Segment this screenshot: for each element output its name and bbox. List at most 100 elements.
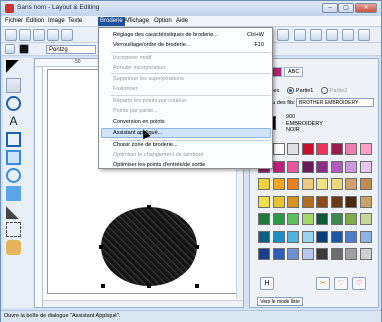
color-swatch[interactable] — [345, 213, 357, 225]
select-arrow-icon[interactable] — [6, 60, 21, 75]
color-swatch[interactable] — [330, 248, 343, 260]
color-swatch[interactable] — [359, 178, 372, 190]
color-swatch[interactable] — [287, 178, 299, 190]
stitch-type-button[interactable]: H — [260, 277, 274, 290]
thread-table-select[interactable]: BROTHER EMBROIDERY — [296, 98, 374, 107]
stop-icon[interactable] — [19, 44, 29, 54]
text-tool-icon[interactable]: A — [6, 114, 21, 129]
color-swatch[interactable] — [316, 160, 328, 173]
tab-text[interactable]: ABC — [284, 67, 304, 77]
color-swatch[interactable] — [287, 230, 299, 243]
minimize-button[interactable]: ‒ — [322, 3, 338, 13]
color-swatch[interactable] — [272, 248, 285, 260]
list-mode-button[interactable]: Vers le mode liste — [257, 297, 303, 306]
color-swatch[interactable] — [258, 248, 270, 260]
heart-button-2[interactable]: ♡ — [352, 277, 366, 290]
color-swatch[interactable] — [287, 143, 299, 155]
maximize-button[interactable]: ▢ — [338, 3, 354, 13]
color-swatch[interactable] — [301, 160, 314, 173]
color-swatch[interactable] — [345, 195, 357, 208]
color-swatch[interactable] — [301, 195, 314, 208]
zoom-icon[interactable] — [6, 96, 21, 111]
menu-image[interactable]: Image — [48, 18, 65, 24]
color-swatch[interactable] — [258, 195, 270, 208]
shape-tool-icon[interactable] — [6, 132, 21, 147]
color-swatch[interactable] — [359, 143, 372, 155]
menu-option[interactable]: Option — [154, 18, 172, 24]
color-swatch[interactable] — [287, 195, 299, 208]
save-icon[interactable] — [47, 29, 59, 41]
ellipse-tool-icon[interactable] — [6, 168, 21, 183]
cut-button[interactable]: ✂ — [316, 277, 330, 290]
color-swatch[interactable] — [345, 248, 357, 260]
thread-icon[interactable] — [326, 29, 338, 41]
new-file-icon[interactable] — [5, 29, 17, 41]
stitch-tool-icon[interactable] — [6, 222, 21, 237]
radio-partie2[interactable]: Partie2 — [321, 87, 347, 94]
color-swatch[interactable] — [287, 160, 299, 173]
person-tool-icon[interactable] — [6, 240, 21, 255]
point-edit-icon[interactable] — [6, 78, 21, 93]
color-swatch[interactable] — [301, 230, 314, 243]
menu-item-8[interactable]: Conversion en points — [113, 119, 165, 125]
menu-affichage[interactable]: Affichage — [124, 18, 149, 24]
selection-handle[interactable] — [101, 284, 105, 288]
layout-icon[interactable] — [294, 29, 306, 41]
menu-item-9[interactable]: Assistant appliqué... — [113, 130, 162, 136]
color-swatch[interactable] — [330, 178, 343, 190]
color-swatch[interactable] — [330, 160, 343, 173]
selection-handle[interactable] — [147, 205, 151, 209]
heart-button-1[interactable]: ♡ — [334, 277, 348, 290]
color-swatch[interactable] — [301, 213, 314, 225]
rect-tool-icon[interactable] — [6, 150, 21, 165]
color-swatch[interactable] — [258, 178, 270, 190]
color-swatch[interactable] — [272, 160, 285, 173]
transfer-icon[interactable] — [358, 29, 370, 41]
horizontal-scrollbar[interactable] — [43, 300, 243, 307]
color-swatch[interactable] — [316, 230, 328, 243]
print-icon[interactable] — [61, 29, 73, 41]
color-swatch[interactable] — [258, 230, 270, 243]
color-swatch[interactable] — [301, 178, 314, 190]
color-swatch[interactable] — [287, 213, 299, 225]
color-swatch[interactable] — [359, 230, 372, 243]
font-name-field[interactable]: Pontzg — [46, 45, 96, 54]
radio-partie1[interactable]: Partie1 — [287, 87, 313, 94]
color-swatch[interactable] — [272, 178, 285, 190]
selection-handle[interactable] — [195, 284, 199, 288]
selection-handle[interactable] — [99, 245, 103, 249]
menu-item-1[interactable]: Verrouillage/ordre de broderie... — [113, 42, 190, 48]
color-swatch[interactable] — [272, 230, 285, 243]
brush-tool-icon[interactable] — [6, 204, 21, 219]
image-icon[interactable] — [310, 29, 322, 41]
color-swatch[interactable] — [330, 143, 343, 155]
color-swatch[interactable] — [272, 213, 285, 225]
color-swatch[interactable] — [359, 248, 372, 260]
color-swatch[interactable] — [330, 195, 343, 208]
menu-aide[interactable]: Aide — [176, 18, 188, 24]
color-swatch[interactable] — [272, 143, 285, 155]
color-swatch[interactable] — [345, 160, 357, 173]
color-swatch[interactable] — [345, 143, 357, 155]
menu-edition[interactable]: Edition — [26, 18, 44, 24]
open-file-icon[interactable] — [19, 29, 31, 41]
color-swatch[interactable] — [301, 248, 314, 260]
menu-item-0[interactable]: Réglage des caractéristiques de broderie… — [113, 32, 218, 38]
color-swatch[interactable] — [330, 213, 343, 225]
design-icon[interactable] — [342, 29, 354, 41]
color-swatch[interactable] — [272, 195, 285, 208]
color-swatch[interactable] — [359, 160, 372, 173]
color-swatch[interactable] — [316, 248, 328, 260]
menu-texte[interactable]: Texte — [68, 18, 82, 24]
abc-text-icon[interactable] — [277, 29, 289, 41]
color-swatch[interactable] — [301, 143, 314, 155]
menu-item-12[interactable]: Optimiser les points d'entrée/de sortie — [113, 162, 205, 168]
color-swatch[interactable] — [316, 178, 328, 190]
embroidery-oval-shape[interactable] — [101, 207, 197, 286]
direction-icon[interactable] — [5, 44, 15, 54]
color-swatch[interactable] — [345, 178, 357, 190]
menu-item-10[interactable]: Choisir zone de broderie... — [113, 142, 178, 148]
close-button[interactable]: ✕ — [355, 3, 377, 13]
color-swatch[interactable] — [359, 195, 372, 208]
color-swatch[interactable] — [287, 248, 299, 260]
